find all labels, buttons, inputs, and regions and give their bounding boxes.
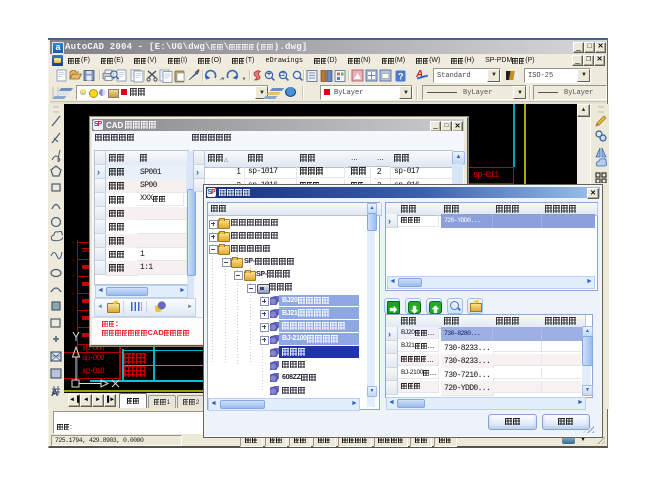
svg-text:?: ? bbox=[398, 72, 404, 82]
